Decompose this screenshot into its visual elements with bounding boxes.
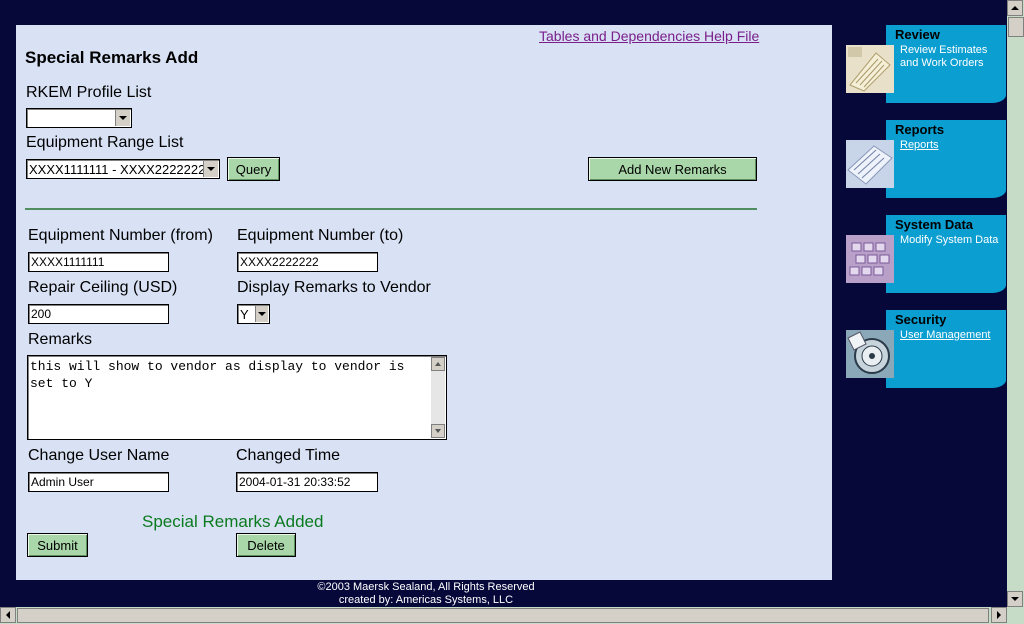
footer: ©2003 Maersk Sealand, All Rights Reserve… — [0, 581, 852, 607]
display-vendor-select[interactable]: Y — [237, 304, 270, 324]
nav-reports-title: Reports — [895, 122, 945, 137]
remarks-textarea[interactable]: this will show to vendor as display to v… — [27, 355, 447, 440]
scroll-up-icon[interactable] — [1007, 0, 1023, 16]
display-vendor-label: Display Remarks to Vendor — [237, 279, 431, 296]
vertical-scrollbar[interactable] — [1007, 0, 1024, 607]
equipment-range-select[interactable]: XXXX1111111 - XXXX2222222 — [26, 159, 220, 179]
chevron-down-icon — [115, 110, 130, 126]
status-message: Special Remarks Added — [142, 512, 324, 531]
nav-review-link[interactable]: Review Estimates and Work Orders — [900, 44, 1008, 70]
change-user-input[interactable]: Admin User — [28, 472, 169, 492]
submit-button[interactable]: Submit — [27, 533, 88, 557]
equip-from-input[interactable]: XXXX1111111 — [28, 252, 169, 272]
nav-security[interactable]: Security User Management — [846, 310, 1008, 388]
horizontal-scrollbar[interactable] — [0, 607, 1024, 624]
help-file-link[interactable]: Tables and Dependencies Help File — [539, 28, 759, 44]
add-new-remarks-button[interactable]: Add New Remarks — [588, 157, 757, 181]
chevron-down-icon — [255, 306, 268, 322]
scroll-up-icon[interactable] — [431, 357, 445, 371]
lock-icon — [846, 330, 894, 378]
page-title: Special Remarks Add — [25, 48, 199, 67]
equip-from-label: Equipment Number (from) — [28, 227, 213, 244]
credits-text: created by: Americas Systems, LLC — [338, 594, 514, 606]
scroll-down-icon[interactable] — [431, 424, 445, 438]
chevron-down-icon — [203, 161, 218, 177]
equipment-range-label: Equipment Range List — [26, 134, 184, 151]
scroll-down-icon[interactable] — [1007, 591, 1023, 607]
keyboard-icon — [846, 235, 894, 283]
copyright-text: ©2003 Maersk Sealand, All Rights Reserve… — [317, 581, 535, 593]
scroll-left-icon[interactable] — [0, 607, 16, 623]
nav-review-title: Review — [895, 27, 940, 42]
remarks-scrollbar[interactable] — [431, 357, 445, 438]
delete-button[interactable]: Delete — [236, 533, 296, 557]
nav-system-data-link[interactable]: Modify System Data — [900, 234, 998, 247]
equip-to-label: Equipment Number (to) — [237, 227, 404, 244]
repair-ceiling-input[interactable]: 200 — [28, 304, 169, 324]
documents-icon — [846, 45, 894, 93]
equip-to-input[interactable]: XXXX2222222 — [237, 252, 378, 272]
nav-reports[interactable]: Reports Reports — [846, 120, 1008, 198]
nav-system-data[interactable]: System Data Modify System Data — [846, 215, 1008, 293]
vertical-scroll-thumb[interactable] — [1008, 17, 1024, 37]
profile-list-label: RKEM Profile List — [26, 84, 152, 101]
changed-time-label: Changed Time — [236, 447, 341, 464]
nav-system-data-title: System Data — [895, 217, 974, 232]
nav-security-link[interactable]: User Management — [900, 329, 991, 342]
changed-time-input[interactable]: 2004-01-31 20:33:52 — [236, 472, 378, 492]
profile-list-select[interactable] — [26, 108, 132, 128]
horizontal-scroll-thumb[interactable] — [17, 608, 989, 623]
section-divider — [25, 208, 757, 210]
scroll-right-icon[interactable] — [991, 607, 1007, 623]
change-user-label: Change User Name — [28, 447, 170, 464]
repair-ceiling-label: Repair Ceiling (USD) — [28, 279, 178, 296]
reports-icon — [846, 140, 894, 188]
nav-reports-link[interactable]: Reports — [900, 139, 939, 152]
nav-security-title: Security — [895, 312, 947, 327]
remarks-label: Remarks — [28, 331, 93, 348]
main-panel: Tables and Dependencies Help File Specia… — [16, 25, 832, 580]
nav-review[interactable]: Review Review Estimates and Work Orders — [846, 25, 1008, 103]
query-button[interactable]: Query — [227, 157, 280, 181]
